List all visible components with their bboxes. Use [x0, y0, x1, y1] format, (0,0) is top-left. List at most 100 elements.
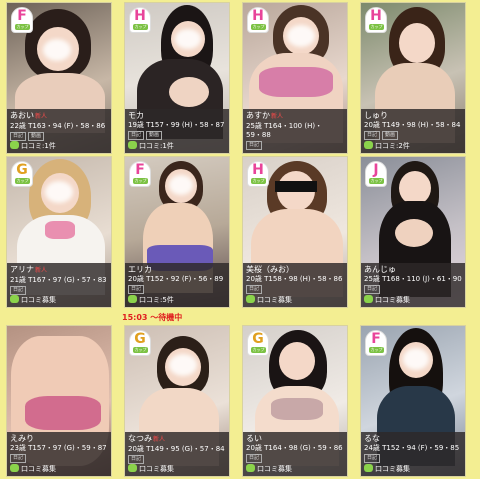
cast-info: 美桜（みお） 20歳 T158・98 (H)・58・86 日記 口コミ募集: [243, 263, 347, 307]
cast-card[interactable]: G カップ なつみ新人 20歳 T149・95 (G)・57・84 日記 口コミ募…: [124, 325, 230, 477]
cast-spec: 20歳 T152・92 (F)・56・89: [128, 275, 224, 283]
cast-card[interactable]: J カップ あんじゅ 25歳 T168・110 (J)・61・90 日記 口コミ募…: [360, 156, 466, 308]
cast-name: エリカ: [128, 265, 152, 274]
cup-badge: J カップ: [365, 161, 387, 187]
cup-badge: H カップ: [129, 7, 151, 33]
cast-card[interactable]: G カップ るい 20歳 T164・98 (G)・59・86 日記 口コミ募集: [242, 325, 348, 477]
cast-card[interactable]: F カップ るな 24歳 T152・94 (F)・59・85 日記 口コミ募集: [360, 325, 466, 477]
cup-badge: H カップ: [365, 7, 387, 33]
cup-badge: H カップ: [247, 161, 269, 187]
cast-info: アリナ新人 21歳 T167・97 (G)・57・83 日記 口コミ募集: [7, 263, 111, 307]
cast-name: しゅり: [364, 111, 388, 120]
review-link[interactable]: 口コミ募集: [128, 464, 174, 474]
diary-tag: 日記: [246, 454, 263, 463]
new-mark: 新人: [35, 267, 48, 274]
cast-card[interactable]: H カップ しゅり 20歳 T149・98 (H)・58・84 日記 動画 口コミ:…: [360, 2, 466, 154]
cast-name: るな: [364, 434, 380, 443]
cup-badge: G カップ: [11, 161, 33, 187]
cast-name: るい: [246, 434, 262, 443]
review-icon: [10, 295, 19, 303]
cast-name: なつみ: [128, 434, 152, 443]
cast-name: あおい: [10, 111, 34, 120]
diary-tag: 日記: [364, 131, 381, 140]
cast-info: モカ 19歳 T157・99 (H)・58・87 日記 動画 口コミ:1件: [125, 109, 229, 153]
cast-name: アリナ: [10, 265, 34, 274]
review-link[interactable]: 口コミ:5件: [128, 295, 174, 305]
diary-tag: 日記: [10, 286, 27, 295]
review-link[interactable]: 口コミ募集: [10, 295, 56, 305]
review-link[interactable]: 口コミ募集: [10, 464, 56, 474]
cast-spec: 25歳 T164・100 (H)・59・88: [246, 122, 323, 139]
diary-tag: 日記: [246, 285, 263, 294]
cast-spec: 19歳 T157・99 (H)・58・87: [128, 121, 225, 129]
review-icon: [128, 141, 137, 149]
review-icon: [10, 141, 19, 149]
diary-tag: 日記: [364, 285, 381, 294]
cast-card[interactable]: えみり 23歳 T157・97 (G)・59・87 日記 口コミ募集: [6, 325, 112, 477]
cast-card[interactable]: G カップ アリナ新人 21歳 T167・97 (G)・57・83 日記 口コミ募…: [6, 156, 112, 308]
review-link[interactable]: 口コミ:1件: [10, 141, 56, 151]
video-tag: 動画: [382, 131, 399, 140]
cup-badge: F カップ: [365, 330, 387, 356]
review-icon: [364, 295, 373, 303]
cup-badge: F カップ: [129, 161, 151, 187]
cast-spec: 21歳 T167・97 (G)・57・83: [10, 276, 107, 284]
video-tag: 動画: [28, 132, 45, 141]
cast-card[interactable]: F カップ エリカ 20歳 T152・92 (F)・56・89 日記 口コミ:5件: [124, 156, 230, 308]
cup-badge: F カップ: [11, 7, 33, 33]
cast-info: しゅり 20歳 T149・98 (H)・58・84 日記 動画 口コミ:2件: [361, 109, 465, 153]
diary-tag: 日記: [246, 141, 263, 150]
review-icon: [246, 464, 255, 472]
cast-name: 美桜（みお）: [246, 265, 294, 274]
cast-info: あすか新人 25歳 T164・100 (H)・59・88 日記: [243, 109, 347, 153]
diary-tag: 日記: [364, 454, 381, 463]
cast-spec: 23歳 T157・97 (G)・59・87: [10, 444, 107, 452]
cast-name: あすか: [246, 111, 270, 120]
cast-info: るな 24歳 T152・94 (F)・59・85 日記 口コミ募集: [361, 432, 465, 476]
cast-info: るい 20歳 T164・98 (G)・59・86 日記 口コミ募集: [243, 432, 347, 476]
review-icon: [128, 295, 137, 303]
cast-spec: 20歳 T149・98 (H)・58・84: [364, 121, 461, 129]
cast-name: えみり: [10, 434, 34, 443]
diary-tag: 日記: [10, 454, 27, 463]
review-icon: [246, 295, 255, 303]
new-mark: 新人: [153, 436, 166, 443]
review-icon: [10, 464, 19, 472]
review-link[interactable]: 口コミ:1件: [128, 141, 174, 151]
new-mark: 新人: [35, 113, 48, 120]
video-tag: 動画: [146, 131, 163, 140]
cast-info: あんじゅ 25歳 T168・110 (J)・61・90 日記 口コミ募集: [361, 263, 465, 307]
cast-info: えみり 23歳 T157・97 (G)・59・87 日記 口コミ募集: [7, 432, 111, 476]
review-link[interactable]: 口コミ募集: [246, 295, 292, 305]
cast-card[interactable]: H カップ モカ 19歳 T157・99 (H)・58・87 日記 動画 口コミ:1…: [124, 2, 230, 154]
waiting-time: 15:03 ～待機中: [122, 313, 183, 322]
review-link[interactable]: 口コミ募集: [364, 464, 410, 474]
cast-spec: 24歳 T152・94 (F)・59・85: [364, 444, 460, 452]
review-icon: [364, 464, 373, 472]
review-icon: [364, 141, 373, 149]
diary-tag: 日記: [128, 131, 145, 140]
diary-tag: 日記: [128, 285, 145, 294]
cast-name: モカ: [128, 111, 144, 120]
review-link[interactable]: 口コミ募集: [246, 464, 292, 474]
cast-spec: 20歳 T158・98 (H)・58・86: [246, 275, 343, 283]
review-icon: [128, 464, 137, 472]
diary-tag: 日記: [128, 455, 145, 464]
cast-spec: 20歳 T164・98 (G)・59・86: [246, 444, 343, 452]
cup-badge: H カップ: [247, 7, 269, 33]
cast-name: あんじゅ: [364, 265, 396, 274]
review-link[interactable]: 口コミ:2件: [364, 141, 410, 151]
cast-spec: 25歳 T168・110 (J)・61・90: [364, 275, 462, 283]
cast-info: エリカ 20歳 T152・92 (F)・56・89 日記 口コミ:5件: [125, 263, 229, 307]
cast-info: なつみ新人 20歳 T149・95 (G)・57・84 日記 口コミ募集: [125, 432, 229, 476]
diary-tag: 日記: [10, 132, 27, 141]
cast-card[interactable]: H カップ 美桜（みお） 20歳 T158・98 (H)・58・86 日記 口コミ…: [242, 156, 348, 308]
cast-card[interactable]: H カップ あすか新人 25歳 T164・100 (H)・59・88 日記: [242, 2, 348, 154]
new-mark: 新人: [271, 113, 284, 120]
cast-info: あおい新人 22歳 T163・94 (F)・58・86 日記 動画 口コミ:1件: [7, 109, 111, 153]
cast-spec: 22歳 T163・94 (F)・58・86: [10, 122, 106, 130]
cast-spec: 20歳 T149・95 (G)・57・84: [128, 445, 225, 453]
cup-badge: G カップ: [129, 330, 151, 356]
review-link[interactable]: 口コミ募集: [364, 295, 410, 305]
cast-card[interactable]: F カップ あおい新人 22歳 T163・94 (F)・58・86 日記 動画 口コ…: [6, 2, 112, 154]
